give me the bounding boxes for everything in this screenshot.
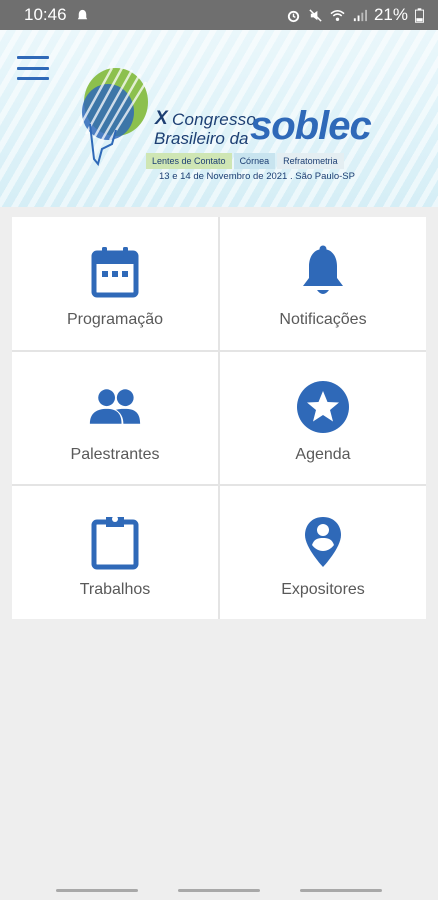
balloon-logo-icon bbox=[78, 67, 148, 167]
hamburger-menu-button[interactable] bbox=[17, 56, 49, 80]
nav-recents-button[interactable] bbox=[56, 889, 138, 892]
mute-icon bbox=[309, 8, 322, 22]
system-nav-bar bbox=[0, 874, 438, 900]
location-pin-icon bbox=[296, 515, 350, 569]
clipboard-icon bbox=[88, 515, 142, 570]
logo-date-place: 13 e 14 de Novembro de 2021 . São Paulo-… bbox=[159, 171, 355, 182]
nav-home-button[interactable] bbox=[178, 889, 260, 892]
tile-palestrantes[interactable]: Palestrantes bbox=[12, 351, 218, 485]
tile-trabalhos[interactable]: Trabalhos bbox=[12, 486, 218, 619]
status-time: 10:46 bbox=[24, 5, 67, 24]
tile-expositores[interactable]: Expositores bbox=[220, 486, 426, 619]
logo-brand: soblec bbox=[250, 104, 372, 148]
status-bar: 10:46 21% bbox=[0, 0, 438, 30]
people-icon bbox=[88, 380, 142, 434]
logo-tag: Refratometria bbox=[277, 153, 344, 169]
tile-label: Palestrantes bbox=[70, 445, 160, 463]
logo-line1: Congresso bbox=[172, 110, 257, 129]
logo-line2: Brasileiro da bbox=[154, 129, 249, 148]
alarm-icon bbox=[287, 10, 300, 22]
tile-programacao[interactable]: Programação bbox=[12, 217, 218, 350]
main-menu-grid: Programação Notificações Palestrantes Ag… bbox=[12, 217, 426, 619]
tile-notificacoes[interactable]: Notificações bbox=[220, 217, 426, 350]
tile-label: Programação bbox=[66, 311, 164, 329]
logo-tag: Lentes de Contato bbox=[146, 153, 232, 169]
nav-back-button[interactable] bbox=[300, 889, 382, 892]
star-icon bbox=[296, 380, 350, 434]
hamburger-line bbox=[17, 66, 49, 70]
battery-icon bbox=[415, 7, 424, 23]
hamburger-line bbox=[17, 56, 49, 59]
logo-tag: Córnea bbox=[233, 153, 276, 169]
tile-label: Trabalhos bbox=[79, 580, 151, 598]
signal-icon bbox=[353, 9, 367, 21]
app-header: X Congresso Brasileiro da soblec Lentes … bbox=[0, 30, 438, 207]
tile-label: Expositores bbox=[281, 580, 365, 598]
notification-icon bbox=[77, 9, 87, 19]
tile-agenda[interactable]: Agenda bbox=[220, 351, 426, 485]
battery-percent: 21% bbox=[373, 5, 408, 24]
logo-tags: Lentes de Contato Córnea Refratometria bbox=[146, 153, 344, 169]
hamburger-line bbox=[17, 77, 49, 80]
congress-logo: X Congresso Brasileiro da soblec Lentes … bbox=[72, 58, 372, 198]
wifi-icon bbox=[330, 9, 345, 21]
logo-numeral: X bbox=[155, 108, 168, 129]
tile-label: Agenda bbox=[295, 445, 351, 463]
bell-icon bbox=[296, 245, 350, 299]
calendar-icon bbox=[88, 245, 142, 299]
tile-label: Notificações bbox=[279, 311, 367, 329]
